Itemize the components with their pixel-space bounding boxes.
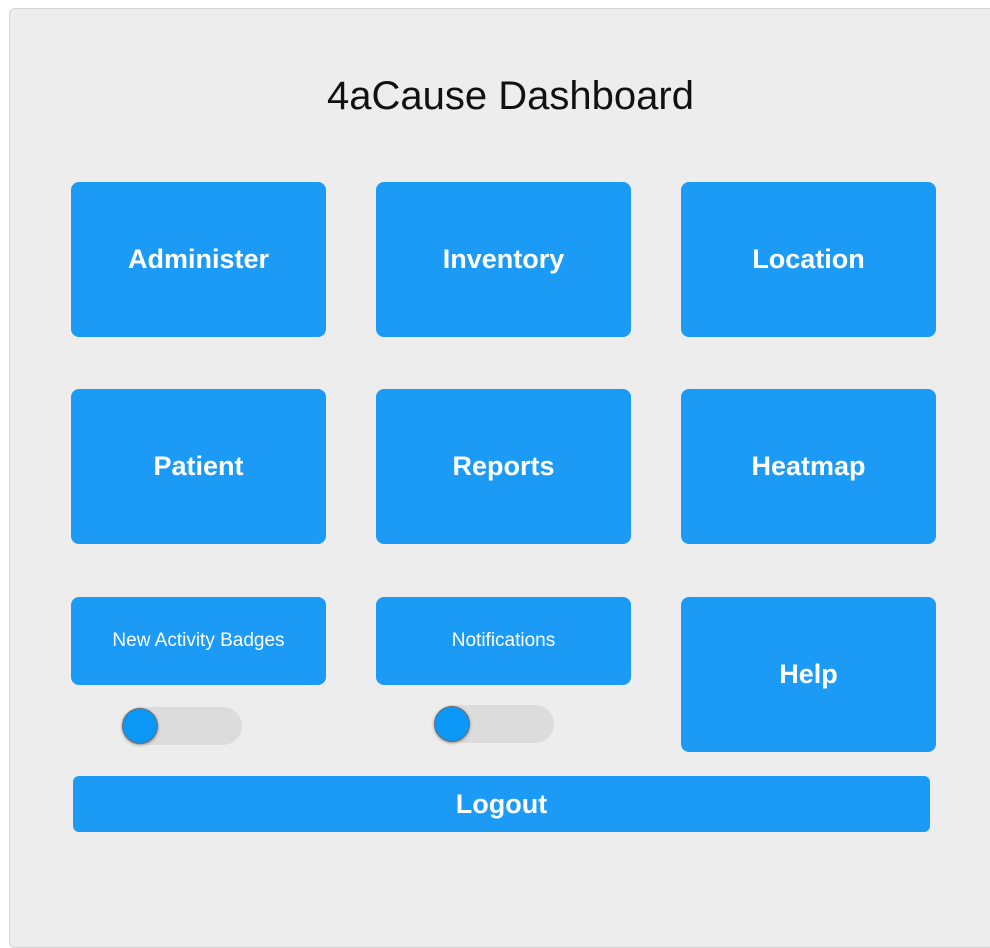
logout-button[interactable]: Logout (73, 776, 930, 832)
reports-button[interactable]: Reports (376, 389, 631, 544)
page-title: 4aCause Dashboard (327, 74, 694, 118)
location-label: Location (752, 244, 865, 274)
notifications-box: Notifications (376, 597, 631, 685)
patient-label: Patient (153, 451, 244, 481)
heatmap-button[interactable]: Heatmap (681, 389, 936, 544)
logout-label: Logout (455, 788, 548, 819)
notifications-toggle[interactable] (434, 705, 554, 743)
location-button[interactable]: Location (681, 182, 936, 337)
help-label: Help (779, 659, 838, 689)
new-activity-badges-box: New Activity Badges (71, 597, 326, 685)
new-activity-badges-toggle-knob (122, 708, 158, 744)
notifications-toggle-knob (434, 706, 470, 742)
administer-button[interactable]: Administer (71, 182, 326, 337)
new-activity-badges-toggle[interactable] (122, 707, 242, 745)
new-activity-badges-label: New Activity Badges (112, 630, 285, 651)
inventory-button[interactable]: Inventory (376, 182, 631, 337)
help-button[interactable]: Help (681, 597, 936, 752)
inventory-label: Inventory (442, 244, 565, 274)
heatmap-label: Heatmap (751, 451, 866, 481)
notifications-label: Notifications (451, 630, 556, 651)
patient-button[interactable]: Patient (71, 389, 326, 544)
reports-label: Reports (452, 451, 555, 481)
administer-label: Administer (127, 244, 270, 274)
